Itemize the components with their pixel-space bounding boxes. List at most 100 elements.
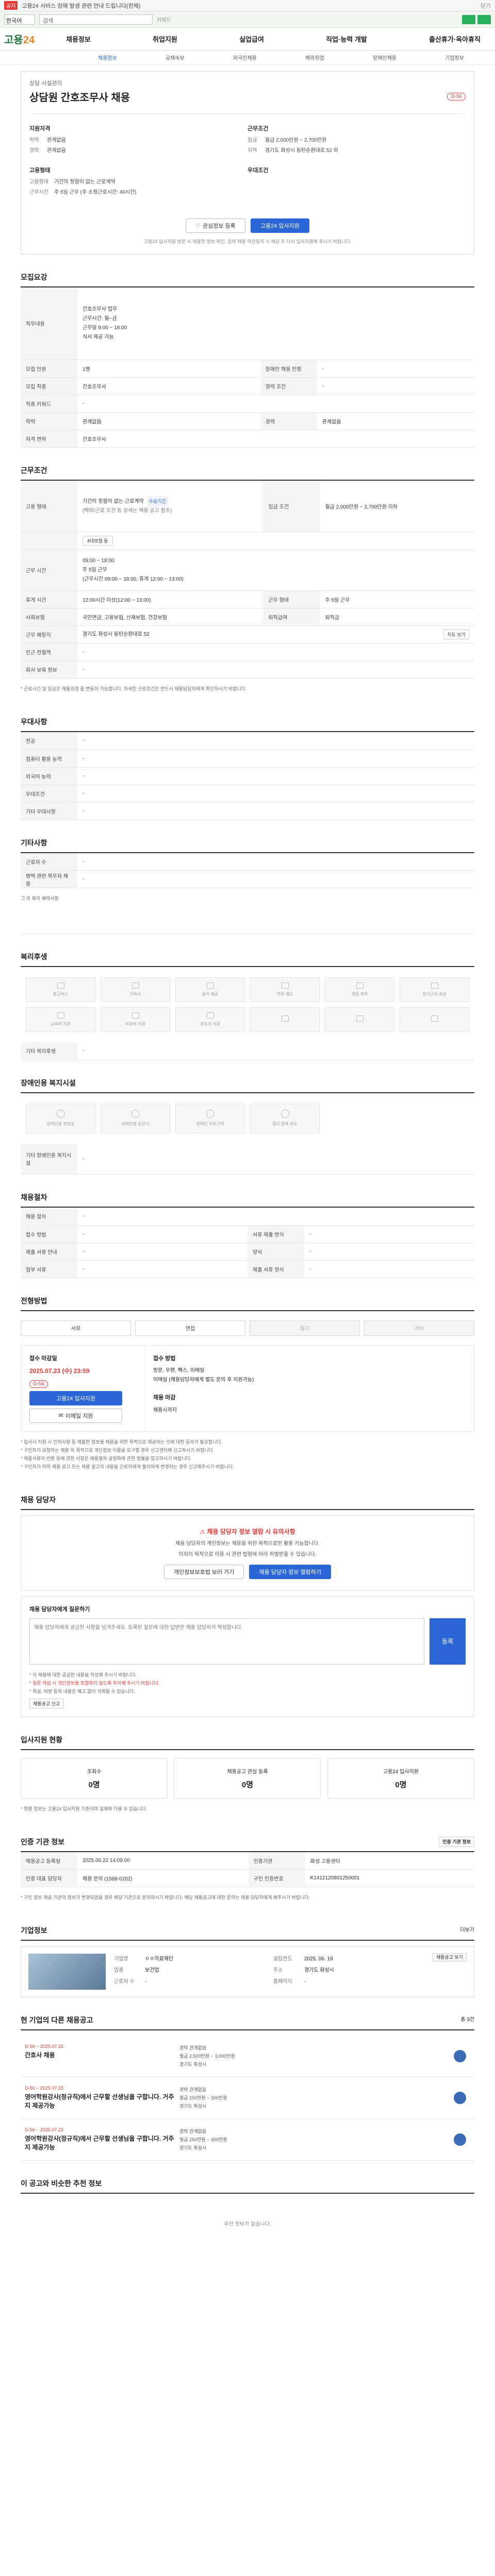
company-section: 기업정보 더보기 기업명 ㅇㅇ의료재단 업종 보건업 근로자 수- 설립연도 2025.…: [21, 1925, 474, 1997]
inquiry-submit-button[interactable]: 등록: [430, 1618, 466, 1665]
dday-badge: D-56: [447, 93, 466, 100]
gnb-item-training[interactable]: 직업·능력 개발: [326, 34, 367, 44]
global-nav: 고용24 채용정보 취업지원 실업급여 직업·능력 개발 출산휴가·육아휴직: [0, 28, 495, 50]
site-logo[interactable]: 고용24: [4, 31, 66, 46]
utility-icons: [462, 14, 491, 24]
welfare-item: 생일 축하: [325, 977, 394, 1002]
apply-bottom-button[interactable]: 고용24 입사지원: [29, 1391, 122, 1405]
preferred-section: 우대사항 전공 - 컴퓨터 활용 능력 - 외국어 능력 - 우대조건 - 기타 우대사…: [21, 717, 474, 820]
job-title: 상담원 간호조무사 채용: [29, 92, 130, 104]
welfare-section: 복리후생 통근버스 기숙사 중식 제공 연차 제도 생일 축하 장기근속 포상 …: [21, 952, 474, 1060]
table-row: 외국어 능력 -: [21, 767, 474, 785]
pref-heading: 우대조건: [248, 167, 269, 174]
table-row: 채용 절차 -: [21, 1208, 474, 1226]
notice-text[interactable]: 고용24 서비스 장애 발생 관련 안내 드립니다(전체): [22, 2, 140, 10]
gnb-item-jobs[interactable]: 채용정보: [66, 34, 91, 44]
career-value: 관계없음: [47, 148, 66, 154]
save-interest-button[interactable]: ♡ 관심정보 등록: [186, 218, 245, 233]
company-more-link[interactable]: 더보기: [460, 1925, 474, 1936]
sub-nav-company[interactable]: 기업정보: [445, 54, 464, 61]
welfare-title: 복리후생: [21, 952, 474, 967]
report-button[interactable]: 채용공고 신고: [29, 1698, 64, 1708]
table-row: 전공 -: [21, 732, 474, 750]
sub-nav-foreign[interactable]: 외국인채용: [233, 54, 257, 61]
table-row: 우대조건 -: [21, 785, 474, 803]
language-select[interactable]: 한국어: [4, 14, 35, 25]
agency-info-button[interactable]: 인증 기관 정보: [439, 1836, 474, 1847]
facility-item: 장애인용 승강기: [101, 1103, 170, 1133]
stat-interest: 채용공고 관심 등록 0명: [174, 1758, 321, 1799]
list-item[interactable]: D-56 ~ 2025.07.23 간호사 채용 경력 관계없음 월급 2,500만…: [21, 2036, 474, 2077]
table-row: 회사 보육 정보 -: [21, 660, 474, 679]
other-jobs-title: 현 기업의 다른 채용공고: [21, 2016, 93, 2024]
inquiry-box: 채용 담당자에게 질문하기 등록 * 이 채용에 대한 궁금한 내용을 작성해 …: [21, 1596, 474, 1717]
gnb-item-leave[interactable]: 출산휴가·육아휴직: [429, 34, 481, 44]
method-interview: 면접: [135, 1320, 245, 1336]
sub-nav-public[interactable]: 공채속보: [166, 54, 185, 61]
apply-button[interactable]: 고용24 입사지원: [250, 218, 309, 233]
table-row: 기타 우대사항 -: [21, 802, 474, 820]
emp-type-value: 기간의 정함이 없는 근로계약: [54, 179, 116, 185]
sub-nav: 채용정보 공채속보 외국인채용 해외취업 장애인채용 기업정보: [0, 50, 495, 65]
login-icon[interactable]: [462, 14, 475, 24]
company-jobs-button[interactable]: 채용공고 보기: [432, 1953, 467, 1961]
table-row: 기타 복리후생 -: [21, 1042, 474, 1060]
gnb-item-benefit[interactable]: 실업급여: [239, 34, 264, 44]
company-logo-icon: [454, 2050, 466, 2062]
welfare-item: [250, 1007, 320, 1032]
gnb-item-support[interactable]: 취업지원: [153, 34, 177, 44]
coin-icon: [356, 1015, 364, 1022]
place-value: 경기도 화성시 동탄순환대로 52 외: [265, 148, 338, 154]
award-icon: [431, 982, 438, 989]
process-title: 채용절차: [21, 1192, 474, 1208]
welfare-item: [325, 1007, 394, 1032]
disability-grid: 장애인용 화장실 장애인용 승강기 장애인 주차구역 점자 블록 유도: [21, 1093, 474, 1144]
conditions-note: * 근로시간 및 임금은 채용과정 중 변동이 가능합니다. 자세한 근로조건은…: [21, 686, 247, 691]
sub-nav-jobs[interactable]: 채용정보: [98, 54, 117, 61]
sub-nav-overseas[interactable]: 해외취업: [305, 54, 324, 61]
sub-nav-disabled[interactable]: 장애인채용: [373, 54, 397, 61]
welfare-item: 통근버스: [26, 977, 95, 1002]
inquiry-textarea[interactable]: [29, 1618, 424, 1665]
etc-section: 기타사항 근로자 수- 병역 관련 복무자 채용 - 그 외 복리 혜택사항: [21, 838, 474, 934]
list-item[interactable]: D-56 ~ 2025.07.23 영어학원강사(정규직)에서 근무할 선생님을 …: [21, 2119, 474, 2161]
apply-box: 접수 마감일 2025.07.23 (수) 23:59 D-56 고용24 입사…: [21, 1345, 474, 1432]
search-hint: 키워드: [157, 18, 171, 23]
cond-heading: 근무조건: [248, 126, 269, 132]
agency-section: 인증 기관 정보 인증 기관 정보 채용공고 등록일 2025.06.22 14:0…: [21, 1836, 474, 1908]
search-input[interactable]: 검색: [39, 14, 153, 25]
welfare-grid: 통근버스 기숙사 중식 제공 연차 제도 생일 축하 장기근속 포상 교육비 지…: [21, 967, 474, 1042]
parking-icon: [206, 1110, 214, 1118]
welfare-item: 경조사 지원: [175, 1007, 245, 1032]
book-icon: [57, 1012, 64, 1019]
qual-heading: 지원자격: [29, 126, 51, 132]
notice-bar: 공지 고용24 서비스 장애 발생 관련 안내 드립니다(전체) 닫기: [0, 0, 495, 11]
notice-close-button[interactable]: 닫기: [481, 2, 491, 10]
heart-icon: [281, 1015, 289, 1022]
email-apply-button[interactable]: ✉ 이메일 지원: [29, 1408, 122, 1423]
privacy-law-button[interactable]: 개인정보보호법 보러 가기: [164, 1564, 244, 1579]
company-card: 기업명 ㅇㅇ의료재단 업종 보건업 근로자 수- 설립연도 2025. 06. 19 …: [21, 1946, 474, 1997]
table-row: 근로자 수-: [21, 853, 474, 871]
notice-badge: 공지: [4, 1, 18, 10]
table-row: 병역 관련 복무자 채용 -: [21, 870, 474, 888]
disability-title: 장애인용 복지시설: [21, 1078, 474, 1093]
braille-icon: [280, 1110, 289, 1118]
contact-section: 채용 담당자 ⚠ 채용 담당자 정보 열람 시 유의사항 채용 담당자의 개인정…: [21, 1495, 474, 1717]
view-contact-button[interactable]: 채용 담당자 정보 열람하기: [249, 1564, 331, 1579]
apply-dday: D-56: [29, 1380, 48, 1388]
emp-type-cell: 기간의 정함이 없는 근로계약 수습기간 (해외/근로 조건 등 상세는 채용 공…: [77, 480, 263, 532]
conditions-title: 근무조건: [21, 465, 474, 481]
map-button[interactable]: 지도 보기: [443, 630, 469, 639]
welfare-item: 연차 제도: [250, 977, 320, 1002]
etc-note: 그 외 복리 혜택사항: [21, 888, 474, 934]
list-item[interactable]: D-56 ~ 2025.07.23 영어학원강사(정규직)에서 근무할 선생님을 …: [21, 2077, 474, 2119]
table-row: 컴퓨터 활용 능력 -: [21, 750, 474, 768]
welfare-item: 기숙사: [101, 977, 170, 1002]
apply-section: 전형방법 서류 면접 필기 기타 접수 마감일 2025.07.23 (수) 2…: [21, 1296, 474, 1477]
table-row: 인근 전철역 -: [21, 643, 474, 661]
company-name[interactable]: 상담 시설관리: [29, 79, 466, 87]
dorm-icon: [131, 982, 139, 989]
disability-section: 장애인용 복지시설 장애인용 화장실 장애인용 승강기 장애인 주차구역 점자 …: [21, 1078, 474, 1175]
signup-icon[interactable]: [477, 14, 491, 24]
